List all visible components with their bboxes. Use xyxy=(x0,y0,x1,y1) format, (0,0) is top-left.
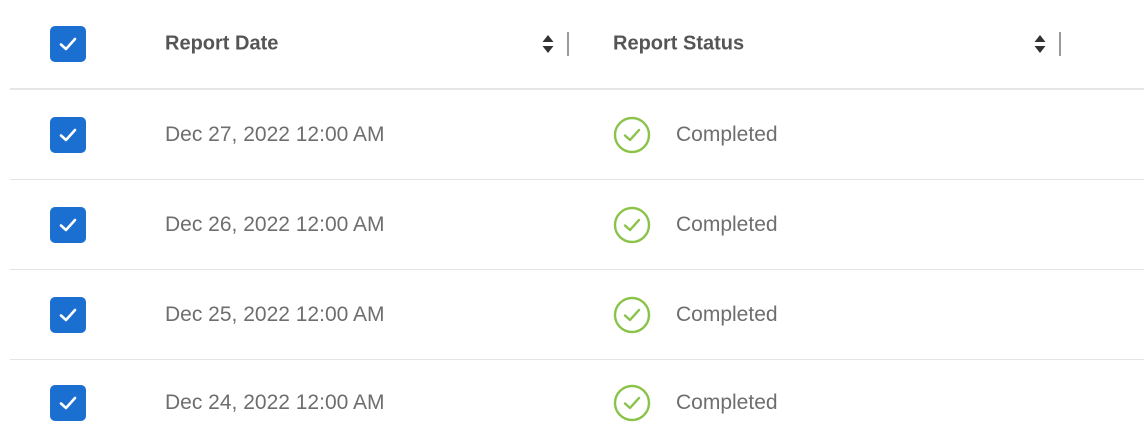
column-header-report-date[interactable]: Report Date xyxy=(165,33,278,56)
check-circle-icon xyxy=(613,116,651,153)
checkmark-icon xyxy=(59,396,77,410)
row-checkbox[interactable] xyxy=(50,296,86,333)
check-circle-icon xyxy=(613,384,651,422)
status-label: Completed xyxy=(676,302,778,326)
table-row[interactable]: Dec 24, 2022 12:00 AM Completed xyxy=(10,360,1144,446)
table-row[interactable]: Dec 25, 2022 12:00 AM Completed xyxy=(10,270,1144,360)
report-date-cell: Dec 26, 2022 12:00 AM xyxy=(165,212,385,236)
sort-arrows-icon xyxy=(1034,35,1046,53)
report-date-cell: Dec 25, 2022 12:00 AM xyxy=(165,302,385,326)
checkmark-icon xyxy=(59,37,77,51)
reports-table: Report Date Report Status Dec 27, 2022 1… xyxy=(0,0,1144,446)
table-row[interactable]: Dec 26, 2022 12:00 AM Completed xyxy=(10,180,1144,270)
sort-report-date-button[interactable] xyxy=(541,32,569,56)
table-row[interactable]: Dec 27, 2022 12:00 AM Completed xyxy=(10,90,1144,180)
report-status-cell: Completed xyxy=(612,115,778,155)
report-status-cell: Completed xyxy=(612,295,778,335)
column-resize-handle[interactable] xyxy=(567,32,569,56)
report-date-cell: Dec 24, 2022 12:00 AM xyxy=(165,391,385,414)
sort-report-status-button[interactable] xyxy=(1033,32,1061,56)
report-date-cell: Dec 27, 2022 12:00 AM xyxy=(165,122,385,146)
checkmark-icon xyxy=(59,128,77,141)
select-all-checkbox[interactable] xyxy=(50,26,86,62)
row-checkbox[interactable] xyxy=(50,116,86,153)
report-status-cell: Completed xyxy=(612,205,778,245)
status-label: Completed xyxy=(676,122,778,146)
checkmark-icon xyxy=(59,308,77,321)
status-label: Completed xyxy=(676,212,778,236)
status-label: Completed xyxy=(676,391,778,414)
column-resize-handle[interactable] xyxy=(1059,32,1061,56)
check-circle-icon xyxy=(613,296,651,333)
column-header-report-status[interactable]: Report Status xyxy=(613,33,744,56)
sort-arrows-icon xyxy=(542,35,554,53)
row-checkbox[interactable] xyxy=(50,385,86,421)
checkmark-icon xyxy=(59,218,77,231)
report-status-cell: Completed xyxy=(612,383,778,423)
table-header-row: Report Date Report Status xyxy=(10,0,1144,90)
row-checkbox[interactable] xyxy=(50,206,86,243)
check-circle-icon xyxy=(613,206,651,243)
